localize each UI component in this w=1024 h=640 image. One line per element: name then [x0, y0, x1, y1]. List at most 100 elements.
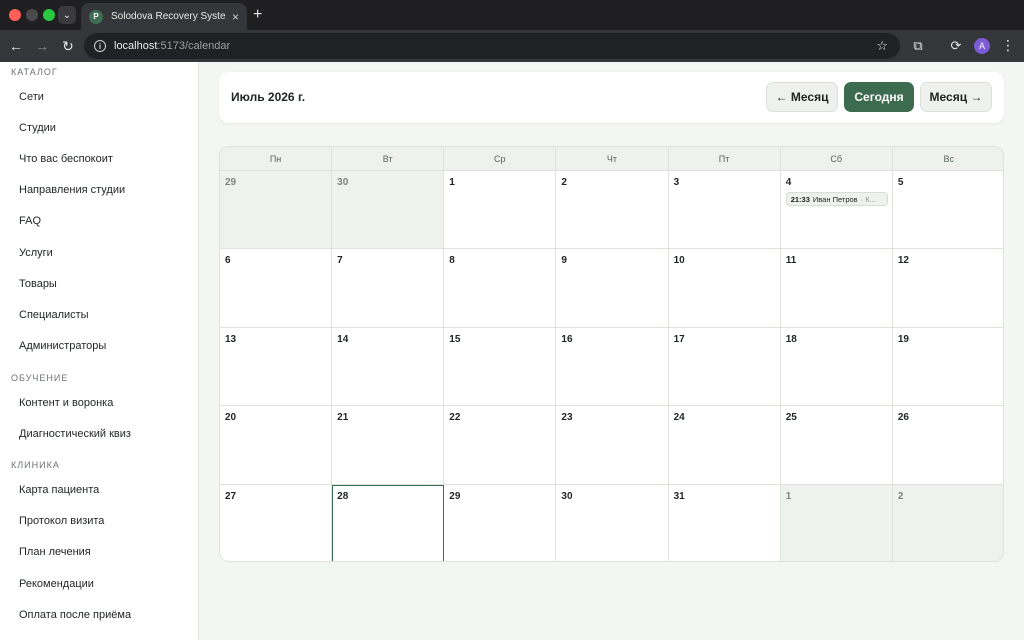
- window-minimize-button[interactable]: [26, 9, 38, 21]
- url-host: localhost: [114, 40, 158, 52]
- calendar-day-cell[interactable]: 27: [220, 484, 333, 561]
- sidebar-item-recommendations[interactable]: Рекомендации: [19, 578, 94, 590]
- new-tab-plus-icon[interactable]: +: [253, 6, 262, 24]
- calendar-day-cell[interactable]: 5: [892, 171, 1003, 250]
- main-content: Июль 2026 г. ← Месяц Сегодня Месяц → Пн …: [200, 62, 1024, 640]
- address-bar[interactable]: i localhost:5173/calendar ☆: [84, 33, 900, 59]
- calendar-day-cell[interactable]: 22: [444, 406, 557, 485]
- sidebar-section-learning: ОБУЧЕНИЕ: [11, 373, 69, 383]
- calendar-day-cell[interactable]: 17: [668, 327, 781, 407]
- day-number: 5: [897, 177, 904, 188]
- day-number: 29: [449, 490, 461, 502]
- extension-icon[interactable]: ⟳: [947, 37, 965, 55]
- sidebar-item-studios[interactable]: Студии: [19, 122, 56, 134]
- calendar-day-cell[interactable]: 30: [332, 171, 445, 250]
- calendar-day-cell[interactable]: 2: [556, 171, 669, 250]
- sidebar-item-services[interactable]: Услуги: [19, 247, 53, 259]
- calendar-day-cell[interactable]: 16: [556, 327, 669, 407]
- day-number: 11: [785, 255, 797, 267]
- browser-tab-strip: ⌄ P Solodova Recovery System A × +: [0, 0, 1024, 30]
- tab-close-icon[interactable]: ×: [232, 10, 239, 24]
- back-arrow-icon[interactable]: ←: [7, 37, 25, 55]
- day-number: 22: [449, 412, 461, 424]
- day-number: 2: [897, 490, 904, 502]
- day-number: 26: [897, 412, 909, 424]
- day-number: 18: [785, 333, 797, 345]
- sidebar-item-administrators[interactable]: Администраторы: [19, 340, 106, 352]
- calendar-day-cell[interactable]: 23: [556, 406, 669, 485]
- calendar-day-cell[interactable]: 29: [444, 484, 557, 561]
- sidebar-item-diagnostic-quiz[interactable]: Диагностический квиз: [19, 428, 131, 440]
- sidebar-item-specialists[interactable]: Специалисты: [19, 309, 89, 321]
- day-number: 23: [561, 412, 573, 424]
- sidebar-item-concerns[interactable]: Что вас беспокоит: [19, 153, 113, 165]
- sidebar-item-treatment-plan[interactable]: План лечения: [19, 546, 91, 558]
- calendar-day-cell[interactable]: 7: [332, 249, 445, 328]
- calendar-day-cell[interactable]: 15: [444, 327, 557, 407]
- calendar-day-cell[interactable]: 26: [892, 406, 1003, 485]
- calendar-day-cell[interactable]: 2: [892, 484, 1003, 561]
- browser-menu-kebab-icon[interactable]: ⋮: [1001, 37, 1015, 54]
- calendar-day-cell[interactable]: 29: [220, 171, 333, 250]
- day-number: 2: [561, 177, 567, 188]
- sidebar-item-payment[interactable]: Оплата после приёма: [19, 609, 131, 621]
- calendar-day-cell[interactable]: 31: [668, 484, 781, 561]
- browser-tab[interactable]: P Solodova Recovery System A ×: [81, 3, 247, 30]
- bookmark-star-icon[interactable]: ☆: [876, 38, 888, 54]
- calendar-day-cell[interactable]: 13: [220, 327, 333, 407]
- today-button[interactable]: Сегодня: [844, 82, 914, 112]
- calendar-day-cell[interactable]: 9: [556, 249, 669, 328]
- weekday-header: Пт: [669, 147, 781, 171]
- tab-list-chevron-icon[interactable]: ⌄: [58, 6, 76, 24]
- day-number: 7: [337, 255, 343, 267]
- calendar-day-cell-today[interactable]: 28: [332, 484, 445, 561]
- sidebar-item-studio-directions[interactable]: Направления студии: [19, 184, 125, 196]
- sidebar-item-content-funnel[interactable]: Контент и воронка: [19, 397, 113, 409]
- profile-avatar[interactable]: A: [974, 38, 990, 54]
- calendar-day-cell[interactable]: 24: [668, 406, 781, 485]
- sidebar-item-products[interactable]: Товары: [19, 278, 57, 290]
- window-zoom-button[interactable]: [43, 9, 55, 21]
- event-time: 21:33: [790, 194, 810, 204]
- calendar-day-cell[interactable]: 10: [668, 249, 781, 328]
- calendar-day-cell[interactable]: 1: [444, 171, 557, 250]
- calendar-day-cell[interactable]: 20: [220, 406, 333, 485]
- day-number: 28: [337, 490, 349, 502]
- prev-month-button[interactable]: ← Месяц: [766, 82, 838, 112]
- calendar-day-cell[interactable]: 19: [892, 327, 1003, 407]
- sidebar-item-visit-protocol[interactable]: Протокол визита: [19, 515, 104, 527]
- site-info-icon[interactable]: i: [94, 40, 106, 52]
- appointment-event-chip[interactable]: 21:33 Иван Петров · К...: [785, 192, 888, 206]
- sidebar: КАТАЛОГ Сети Студии Что вас беспокоит На…: [0, 62, 199, 640]
- calendar-day-cell[interactable]: 1: [780, 484, 893, 561]
- day-number: 4: [785, 177, 792, 188]
- calendar-day-cell[interactable]: 4 21:33 Иван Петров · К...: [780, 171, 893, 250]
- sidebar-item-faq[interactable]: FAQ: [19, 215, 41, 227]
- day-number: 25: [785, 412, 797, 424]
- calendar-day-cell[interactable]: 11: [780, 249, 893, 328]
- day-number: 30: [337, 177, 349, 188]
- calendar-day-cell[interactable]: 6: [220, 249, 333, 328]
- calendar-day-cell[interactable]: 21: [332, 406, 445, 485]
- calendar-day-cell[interactable]: 12: [892, 249, 1003, 328]
- calendar-day-cell[interactable]: 14: [332, 327, 445, 407]
- weekday-header: Ср: [444, 147, 557, 171]
- extensions-puzzle-icon[interactable]: ⧉: [909, 37, 927, 55]
- day-number: 9: [561, 255, 567, 267]
- forward-arrow-icon[interactable]: →: [33, 37, 51, 55]
- calendar-day-cell[interactable]: 8: [444, 249, 557, 328]
- reload-icon[interactable]: ↻: [59, 37, 77, 55]
- next-month-button[interactable]: Месяц →: [920, 82, 992, 112]
- sidebar-item-networks[interactable]: Сети: [19, 91, 44, 103]
- weekday-header: Пн: [220, 147, 333, 171]
- month-title: Июль 2026 г.: [231, 90, 306, 104]
- window-close-button[interactable]: [9, 9, 21, 21]
- sidebar-item-patient-card[interactable]: Карта пациента: [19, 484, 99, 496]
- day-number: 1: [449, 177, 455, 188]
- day-number: 17: [673, 333, 685, 345]
- calendar-day-cell[interactable]: 25: [780, 406, 893, 485]
- day-number: 16: [561, 333, 573, 345]
- calendar-day-cell[interactable]: 30: [556, 484, 669, 561]
- calendar-day-cell[interactable]: 18: [780, 327, 893, 407]
- calendar-day-cell[interactable]: 3: [668, 171, 781, 250]
